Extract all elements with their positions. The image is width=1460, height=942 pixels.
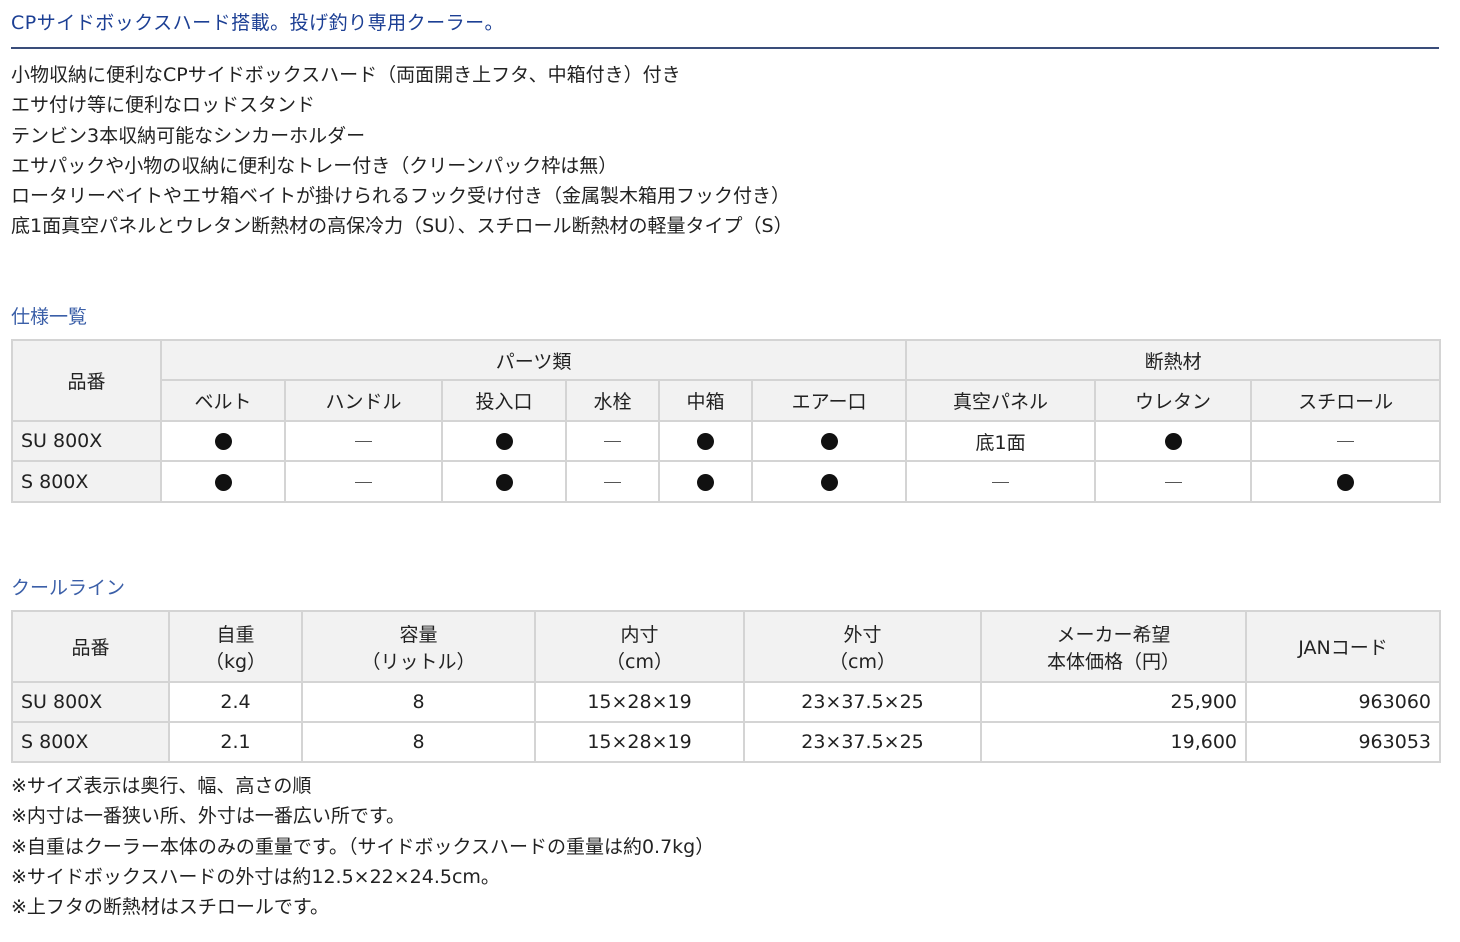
spec-cell bbox=[1094, 460, 1253, 503]
spec-cell bbox=[905, 460, 1097, 503]
dash-icon bbox=[1337, 441, 1355, 442]
feature-item: テンビン3本収納可能なシンカーホルダー bbox=[11, 124, 366, 147]
table-row: S 800X 2.1 8 15×28×19 23×37.5×25 19,600 … bbox=[11, 721, 1441, 763]
cool-outer-cell: 23×37.5×25 bbox=[743, 681, 982, 723]
spec-cell bbox=[441, 460, 567, 503]
spec-cell bbox=[160, 420, 286, 462]
heading-divider bbox=[11, 47, 1439, 49]
spec-col-header: 水栓 bbox=[565, 379, 660, 422]
spec-cell: 底1面 bbox=[905, 420, 1097, 462]
table-row: SU 800X 2.4 8 15×28×19 23×37.5×25 25,900… bbox=[11, 681, 1441, 723]
cool-inner-cell: 15×28×19 bbox=[534, 721, 745, 763]
spec-table: 品番 パーツ類 断熱材 ベルト ハンドル 投入口 水栓 中箱 エアー口 真空パネ… bbox=[11, 339, 1442, 503]
spec-cell bbox=[750, 420, 908, 462]
spec-cell bbox=[565, 420, 660, 462]
note-item: ※サイドボックスハードの外寸は約12.5×22×24.5cm。 bbox=[11, 865, 500, 888]
dash-icon bbox=[1164, 481, 1182, 483]
spec-group-parts: パーツ類 bbox=[159, 339, 908, 381]
spec-cell bbox=[284, 420, 443, 462]
spec-col-header: エアー口 bbox=[750, 379, 908, 422]
filled-circle-icon bbox=[697, 433, 714, 450]
filled-circle-icon bbox=[1337, 473, 1355, 491]
feature-item: エサパックや小物の収納に便利なトレー付き（クリーンパック枠は無） bbox=[11, 154, 618, 177]
feature-item: 底1面真空パネルとウレタン断熱材の高保冷力（SU）、スチロール断熱材の軽量タイプ… bbox=[11, 215, 793, 238]
table-row: S 800X bbox=[11, 460, 1442, 503]
feature-item: エサ付け等に便利なロッドスタンド bbox=[11, 94, 316, 117]
note-item: ※サイズ表示は奥行、幅、高さの順 bbox=[11, 775, 312, 797]
cool-header-capacity: 容量 （リットル） bbox=[301, 610, 536, 683]
feature-item: 小物収納に便利なCPサイドボックスハード（両面開き上フタ、中箱付き）付き bbox=[11, 64, 681, 86]
filled-circle-icon bbox=[820, 473, 838, 491]
spec-cell bbox=[750, 460, 908, 503]
filled-circle-icon bbox=[495, 433, 513, 450]
spec-header-model: 品番 bbox=[11, 339, 162, 422]
cool-price-cell: 19,600 bbox=[980, 721, 1247, 763]
cool-capacity-cell: 8 bbox=[301, 681, 536, 723]
dash-icon bbox=[355, 481, 372, 483]
spec-col-header: 中箱 bbox=[658, 379, 753, 422]
spec-cell bbox=[1250, 420, 1442, 462]
filled-circle-icon bbox=[1164, 433, 1182, 450]
filled-circle-icon bbox=[495, 473, 513, 491]
feature-list: 小物収納に便利なCPサイドボックスハード（両面開き上フタ、中箱付き）付き エサ付… bbox=[11, 60, 793, 242]
spec-cell bbox=[1250, 460, 1442, 503]
dash-icon bbox=[604, 441, 621, 442]
spec-cell bbox=[160, 460, 286, 503]
cool-inner-cell: 15×28×19 bbox=[534, 681, 745, 723]
cool-header-jan: JANコード bbox=[1245, 610, 1441, 683]
spec-col-header: スチロール bbox=[1250, 379, 1442, 422]
spec-group-insulation: 断熱材 bbox=[905, 339, 1442, 381]
feature-item: ロータリーベイトやエサ箱ベイトが掛けられるフック受け付き（金属製木箱用フック付き… bbox=[11, 185, 791, 208]
note-item: ※上フタの断熱材はスチロールです。 bbox=[11, 896, 330, 919]
page-heading: CPサイドボックスハード搭載。投げ釣り専用クーラー。 bbox=[11, 12, 504, 34]
spec-cell bbox=[658, 460, 753, 503]
spec-model-cell: S 800X bbox=[11, 460, 162, 503]
cool-table: 品番 自重 （kg） 容量 （リットル） 内寸 （cm） 外寸 （cm） メーカー希望本… bbox=[11, 610, 1441, 763]
filled-circle-icon bbox=[820, 433, 838, 450]
spec-col-header: ハンドル bbox=[284, 379, 443, 422]
cool-price-cell: 25,900 bbox=[980, 681, 1247, 723]
note-item: ※内寸は一番狭い所、外寸は一番広い所です。 bbox=[11, 805, 406, 828]
spec-col-header: 真空パネル bbox=[905, 379, 1097, 422]
note-item: ※自重はクーラー本体のみの重量です。（サイドボックスハードの重量は約0.7kg） bbox=[11, 835, 715, 858]
spec-col-header: ベルト bbox=[160, 379, 286, 422]
cool-header-model: 品番 bbox=[11, 610, 170, 683]
cool-capacity-cell: 8 bbox=[301, 721, 536, 763]
spec-cell bbox=[284, 460, 443, 503]
cool-jan-cell: 963060 bbox=[1245, 681, 1441, 723]
cool-header-weight: 自重 （kg） bbox=[168, 610, 303, 683]
cool-jan-cell: 963053 bbox=[1245, 721, 1441, 763]
spec-col-header: ウレタン bbox=[1094, 379, 1253, 422]
cool-model-cell: S 800X bbox=[11, 721, 170, 763]
spec-cell bbox=[658, 420, 753, 462]
dash-icon bbox=[992, 481, 1010, 483]
spec-col-header: 投入口 bbox=[441, 379, 567, 422]
filled-circle-icon bbox=[214, 473, 232, 491]
filled-circle-icon bbox=[214, 433, 232, 450]
cool-header-price: メーカー希望 本体価格（円） bbox=[980, 610, 1247, 683]
filled-circle-icon bbox=[697, 473, 714, 491]
spec-model-cell: SU 800X bbox=[11, 420, 162, 462]
table-row: SU 800X 底1面 bbox=[11, 420, 1442, 462]
cool-header-inner: 内寸 （cm） bbox=[534, 610, 745, 683]
spec-cell bbox=[441, 420, 567, 462]
spec-section-title: 仕様一覧 bbox=[11, 306, 88, 328]
dash-icon bbox=[604, 481, 621, 483]
cool-outer-cell: 23×37.5×25 bbox=[743, 721, 982, 763]
cool-header-outer: 外寸 （cm） bbox=[743, 610, 982, 683]
dash-icon bbox=[355, 441, 372, 442]
cool-weight-cell: 2.4 bbox=[168, 681, 303, 723]
spec-cell bbox=[565, 460, 660, 503]
cool-model-cell: SU 800X bbox=[11, 681, 170, 723]
cool-weight-cell: 2.1 bbox=[168, 721, 303, 763]
cool-section-title: クールライン bbox=[11, 577, 126, 599]
notes-list: ※サイズ表示は奥行、幅、高さの順 ※内寸は一番狭い所、外寸は一番広い所です。 ※… bbox=[11, 771, 714, 922]
spec-cell bbox=[1094, 420, 1253, 462]
